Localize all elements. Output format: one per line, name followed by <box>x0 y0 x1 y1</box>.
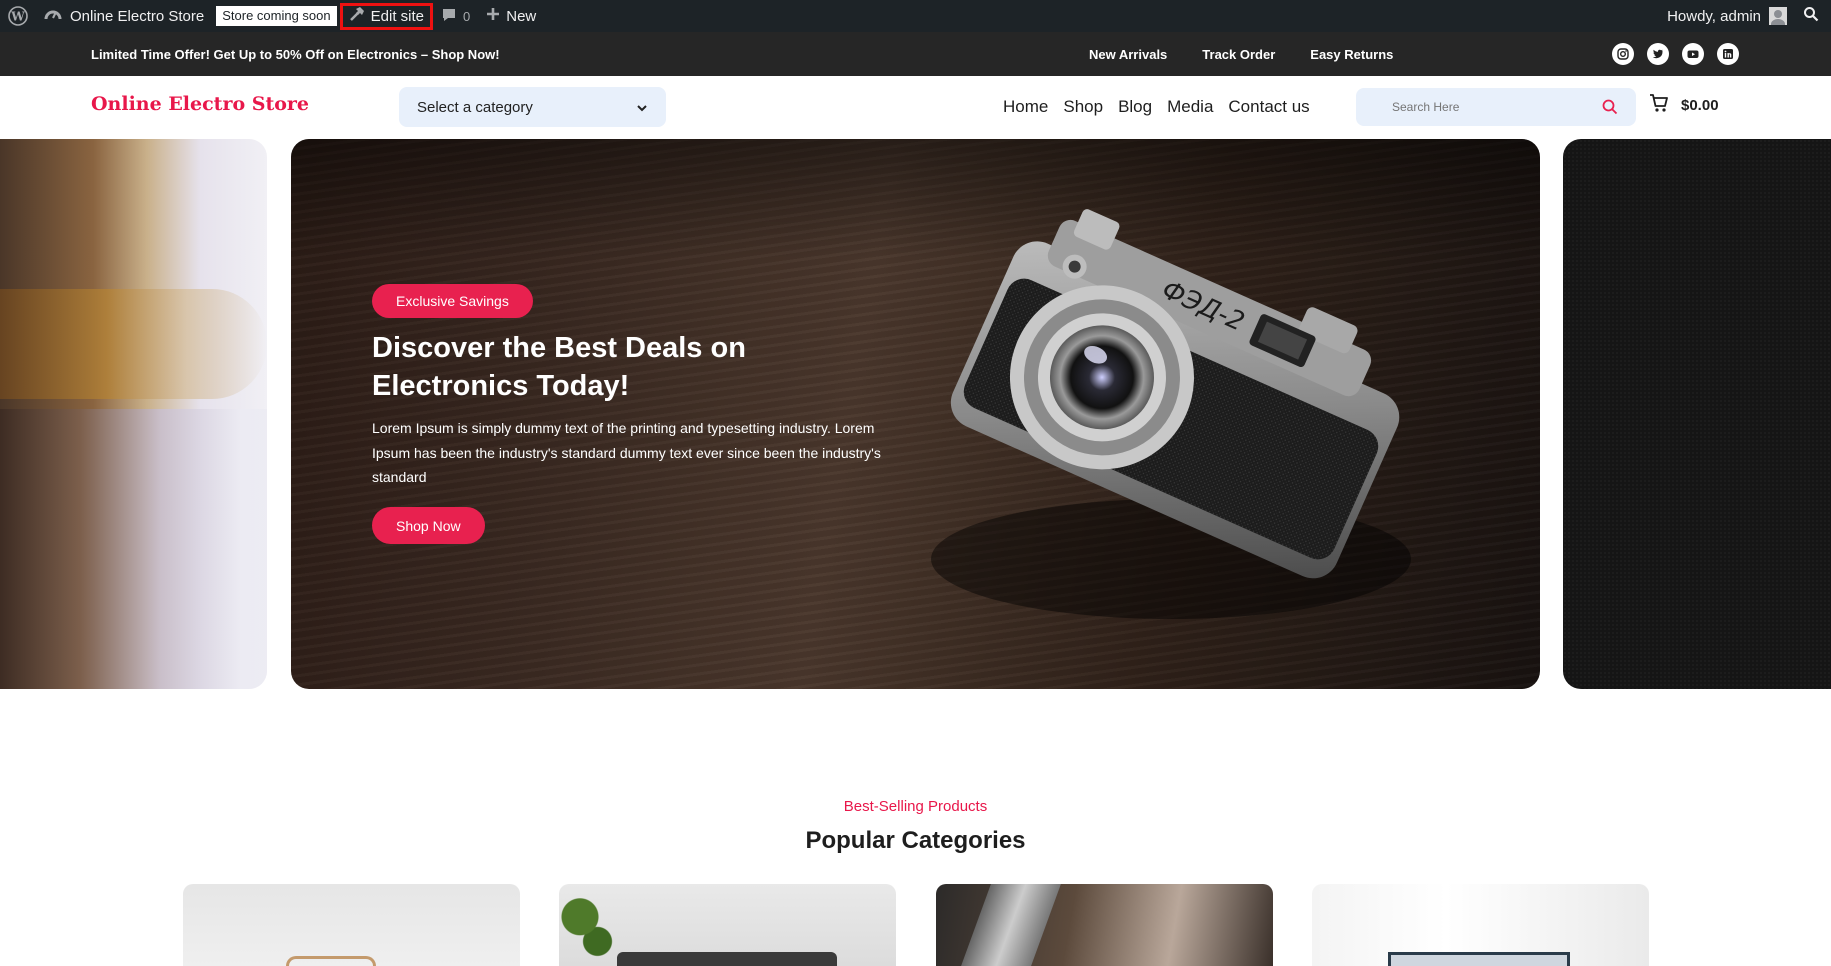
admin-site-link[interactable]: Online Electro Store <box>36 0 212 32</box>
twitter-icon[interactable] <box>1647 43 1669 65</box>
social-links <box>1612 43 1739 65</box>
youtube-icon[interactable] <box>1682 43 1704 65</box>
admin-search-button[interactable] <box>1795 0 1831 32</box>
cart-icon <box>1649 93 1669 117</box>
site-header: Online Electro Store Select a category H… <box>0 76 1831 139</box>
edit-site-label: Edit site <box>370 7 424 25</box>
store-status-badge[interactable]: Store coming soon <box>216 6 337 26</box>
next-slide[interactable] <box>1563 139 1831 689</box>
nav-media[interactable]: Media <box>1167 97 1213 117</box>
search-submit-icon[interactable] <box>1602 99 1618 120</box>
new-label: New <box>506 7 537 25</box>
category-card[interactable] <box>559 884 896 966</box>
track-order-link[interactable]: Track Order <box>1202 47 1275 62</box>
plus-icon <box>486 7 500 25</box>
easy-returns-link[interactable]: Easy Returns <box>1310 47 1393 62</box>
hero-description: Lorem Ipsum is simply dummy text of the … <box>372 420 881 485</box>
section-eyebrow: Best-Selling Products <box>843 798 988 815</box>
promo-bar: Limited Time Offer! Get Up to 50% Off on… <box>0 32 1831 76</box>
comment-icon <box>441 7 457 26</box>
category-card[interactable] <box>1312 884 1649 966</box>
edit-site-button[interactable]: Edit site <box>339 2 433 30</box>
category-card[interactable] <box>936 884 1273 966</box>
nav-shop[interactable]: Shop <box>1063 97 1103 117</box>
previous-slide[interactable] <box>0 139 267 689</box>
new-content-link[interactable]: New <box>478 0 544 32</box>
new-arrivals-link[interactable]: New Arrivals <box>1089 47 1167 62</box>
wordpress-logo-icon[interactable]: W <box>0 0 36 32</box>
cart-total: $0.00 <box>1681 96 1719 114</box>
instagram-icon[interactable] <box>1612 43 1634 65</box>
comments-count: 0 <box>463 8 471 24</box>
promo-offer-text: Limited Time Offer! Get Up to 50% Off on… <box>91 46 500 62</box>
category-select[interactable]: Select a category <box>399 87 666 127</box>
site-logo[interactable]: Online Electro Store <box>91 93 309 115</box>
chevron-down-icon <box>636 99 648 116</box>
search-input[interactable] <box>1392 100 1592 114</box>
comments-link[interactable]: 0 <box>433 0 478 32</box>
category-select-value: Select a category <box>417 98 533 116</box>
card-image <box>1388 952 1570 966</box>
account-menu[interactable]: Howdy, admin <box>1659 0 1795 32</box>
camera-image: ФЭД-2 <box>931 209 1411 619</box>
category-card[interactable] <box>183 884 520 966</box>
nav-contact-us[interactable]: Contact us <box>1228 97 1309 117</box>
card-image <box>961 884 1061 966</box>
admin-bar: W Online Electro Store Store coming soon… <box>0 0 1831 32</box>
hero-slide: ФЭД-2 Exclusive Savings Discover the Bes… <box>291 139 1540 689</box>
hero-title: Discover the Best Deals on Electronics T… <box>372 332 746 402</box>
svg-text:W: W <box>10 10 25 24</box>
hero-badge: Exclusive Savings <box>372 284 533 318</box>
hammer-icon <box>349 6 365 26</box>
linkedin-icon[interactable] <box>1717 43 1739 65</box>
cart-link[interactable]: $0.00 <box>1649 93 1719 117</box>
search-box <box>1356 88 1636 126</box>
dashboard-icon <box>44 6 62 26</box>
nav-home[interactable]: Home <box>1003 97 1048 117</box>
slide-image-blur <box>0 409 267 689</box>
section-title: Popular Categories <box>805 827 1026 854</box>
card-image <box>286 956 376 966</box>
promo-links: New Arrivals Track Order Easy Returns <box>1089 47 1428 62</box>
shop-now-button[interactable]: Shop Now <box>372 507 485 544</box>
card-image <box>617 952 837 966</box>
howdy-text: Howdy, admin <box>1667 7 1761 25</box>
search-icon <box>1803 6 1819 26</box>
nav-blog[interactable]: Blog <box>1118 97 1152 117</box>
main-nav: Home Shop Blog Media Contact us <box>1003 97 1325 117</box>
admin-site-name: Online Electro Store <box>70 7 205 25</box>
slide-image-blur <box>0 289 267 399</box>
avatar <box>1769 7 1787 25</box>
